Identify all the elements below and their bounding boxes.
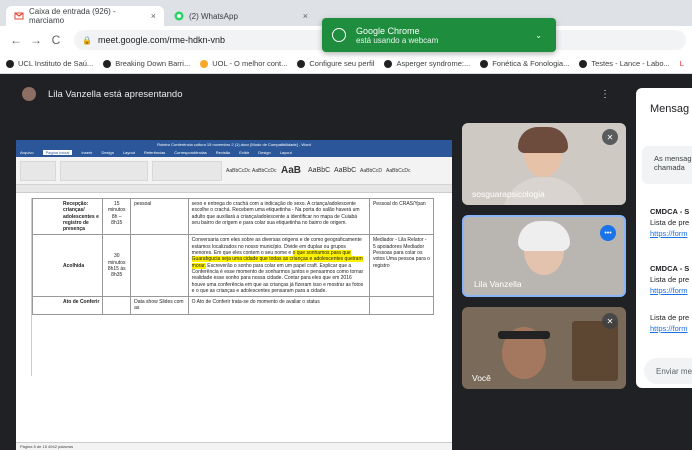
- bookmark-item[interactable]: Breaking Down Barri...: [103, 59, 190, 68]
- chat-input[interactable]: Enviar me: [644, 358, 692, 384]
- table-row: Acolhida 30 minutos 8h15 às 8h35 Convers…: [32, 234, 435, 298]
- participant-tile[interactable]: ✕ sosguarapsicologia: [462, 123, 626, 205]
- table-row: Recepção: crianças/ adolescentes e regis…: [32, 198, 435, 236]
- participant-tile-active[interactable]: ••• Lila Vanzella: [462, 215, 626, 297]
- whatsapp-icon: [174, 11, 184, 21]
- participant-name: Você: [472, 373, 491, 383]
- meet-stage: Lila Vanzella está apresentando ⋮ Roteir…: [0, 75, 692, 450]
- presenter-bar: Lila Vanzella está apresentando: [22, 87, 183, 101]
- ruler: [16, 185, 452, 193]
- chat-panel: Mensag As mensag chamada CMDCA - S Lista…: [636, 88, 692, 388]
- ribbon-tab: Correspondências: [174, 150, 207, 155]
- bookmark-item[interactable]: UOL - O melhor cont...: [200, 59, 287, 68]
- presenter-label: Lila Vanzella está apresentando: [48, 88, 183, 100]
- chat-message: CMDCA - S Lista de pre https://form: [650, 207, 690, 238]
- clipboard-group: [20, 160, 56, 181]
- shared-screen: Roteiro Conferência cultura 15 novembro …: [16, 140, 452, 450]
- font-group: [60, 160, 148, 181]
- schedule-table: Recepção: crianças/ adolescentes e regis…: [32, 198, 435, 315]
- bookmark-icon: [297, 59, 306, 68]
- style-heading1: AaBbC: [308, 167, 331, 174]
- tab-title: (2) WhatsApp: [189, 11, 238, 21]
- style-subtitle: AaBbCcD: [360, 167, 382, 174]
- participant-name: sosguarapsicologia: [472, 189, 545, 199]
- style-normal: AaBbCcDc: [226, 167, 251, 174]
- bookshelf-shape: [572, 321, 618, 381]
- url-text: meet.google.com/rme-hdkn-vnb: [97, 35, 226, 45]
- bookmark-icon: [384, 59, 393, 68]
- bookmark-item[interactable]: Fonética & Fonologia...: [480, 59, 569, 68]
- participant-name: Lila Vanzella: [474, 279, 522, 289]
- chat-link[interactable]: https://form: [650, 229, 688, 238]
- word-ribbon: AaBbCcDc AaBbCcDc AaB AaBbC AaBbC AaBbCc…: [16, 157, 452, 185]
- bookmark-icon: [579, 59, 588, 68]
- bookmarks-bar: UCL Instituto de Saú... Breaking Down Ba…: [0, 54, 692, 74]
- bookmark-item[interactable]: Testes - Lance - Labo...: [579, 59, 670, 68]
- word-status-bar: Página 5 de 15 4942 palavras: [16, 442, 452, 450]
- style-heading2: AaBbC: [334, 167, 357, 174]
- ribbon-tab: Exibir: [239, 150, 250, 155]
- style-title: AaB: [280, 165, 301, 176]
- webcam-notification[interactable]: Google Chrome está usando a webcam ⌄: [322, 18, 556, 52]
- ribbon-tab: Referências: [143, 150, 166, 155]
- avatar: [22, 87, 36, 101]
- paragraph-group: [152, 160, 222, 181]
- word-window-title: Roteiro Conferência cultura 15 novembro …: [16, 140, 452, 148]
- webcam-icon: [332, 28, 346, 42]
- lock-icon: 🔒: [82, 35, 92, 45]
- bookmark-item[interactable]: L: [680, 59, 684, 68]
- chat-message: CMDCA - S Lista de pre https://form: [650, 264, 690, 295]
- gmail-icon: [14, 11, 24, 21]
- ribbon-tab: Inserir: [81, 150, 93, 155]
- chat-title: Mensag: [650, 103, 690, 115]
- ribbon-tab: Design: [101, 150, 114, 155]
- speaking-icon: •••: [600, 225, 616, 241]
- reload-icon[interactable]: C: [46, 33, 66, 47]
- participant-tile-self[interactable]: ✕ Você: [462, 307, 626, 389]
- ribbon-tab: Página Inicial: [42, 150, 73, 155]
- chat-message: Lista de pre https://form: [650, 313, 690, 333]
- participant-hair: [518, 127, 568, 153]
- close-icon[interactable]: ×: [151, 11, 156, 21]
- style-emphasis: AaBbCcDc: [386, 167, 411, 174]
- chevron-down-icon[interactable]: ⌄: [535, 31, 542, 40]
- participant-hair: [518, 221, 570, 251]
- bookmark-item[interactable]: UCL Instituto de Saú...: [6, 59, 93, 68]
- chat-link[interactable]: https://form: [650, 286, 688, 295]
- bookmark-icon: [6, 59, 14, 68]
- highlighted-paragraph: Conversaria com eles sobre as diversas o…: [187, 234, 370, 298]
- ribbon-tab: Revisão: [215, 150, 231, 155]
- back-icon[interactable]: ←: [6, 33, 26, 47]
- bookmark-icon: [480, 59, 489, 68]
- tab-gmail[interactable]: Caixa de entrada (926) - marciamo ×: [6, 6, 164, 26]
- ribbon-tab: Layout: [122, 150, 135, 155]
- word-ribbon-tabs: Arquivo Página Inicial Inserir Design La…: [16, 148, 452, 157]
- ribbon-tab: Design: [258, 150, 271, 155]
- ribbon-tab: Layout: [279, 150, 292, 155]
- tab-title: Caixa de entrada (926) - marciamo: [29, 7, 116, 25]
- mic-off-icon: ✕: [602, 313, 618, 329]
- uol-icon: [200, 59, 209, 68]
- tab-whatsapp[interactable]: (2) WhatsApp ×: [166, 6, 316, 26]
- mic-off-icon: ✕: [602, 129, 618, 145]
- style-nospacing: AaBbCcDc: [252, 167, 277, 174]
- bookmark-item[interactable]: Configure seu perfil: [297, 59, 374, 68]
- close-icon[interactable]: ×: [303, 11, 308, 21]
- more-options-icon[interactable]: ⋮: [600, 89, 610, 100]
- table-row: Ato de Conferir Data show Slides com as …: [32, 296, 435, 315]
- ribbon-tab: Arquivo: [20, 150, 34, 155]
- bookmark-icon: [103, 59, 112, 68]
- glasses-shape: [498, 331, 550, 339]
- bookmark-item[interactable]: Asperger syndrome:...: [384, 59, 470, 68]
- forward-icon[interactable]: →: [26, 33, 46, 47]
- document-page: Recepção: crianças/ adolescentes e regis…: [31, 198, 441, 376]
- chat-link[interactable]: https://form: [650, 324, 688, 333]
- chat-info-box: As mensag chamada: [642, 146, 692, 184]
- notification-text: Google Chrome está usando a webcam: [356, 25, 439, 45]
